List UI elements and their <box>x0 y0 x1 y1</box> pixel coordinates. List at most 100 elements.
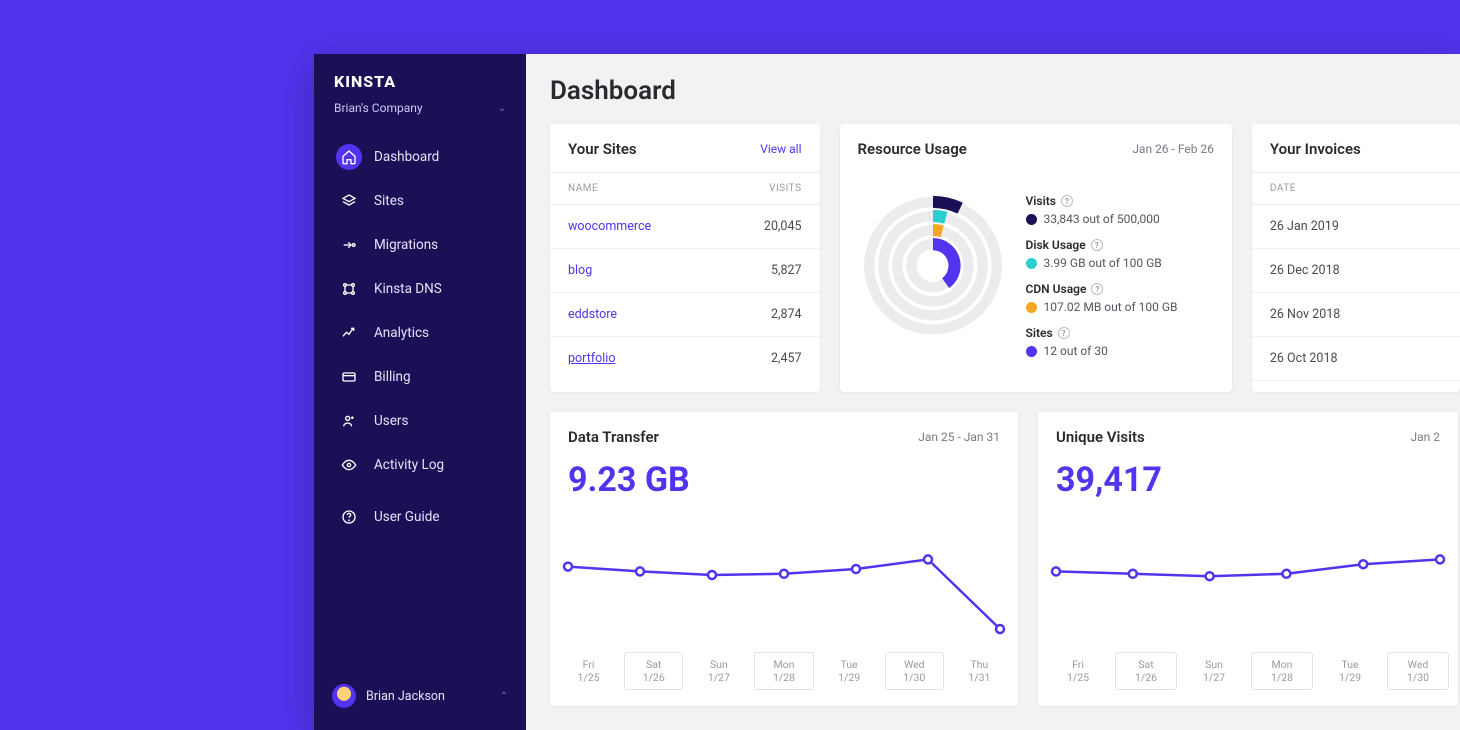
sidebar-item-label: User Guide <box>374 509 440 525</box>
axis-tick: Sun1/27 <box>686 652 751 690</box>
sidebar-item-label: Kinsta DNS <box>374 281 442 297</box>
axis-tick: Sun1/27 <box>1180 652 1248 690</box>
table-row[interactable]: 26 Dec 2018 <box>1252 249 1460 293</box>
axis-tick: Thu1/31 <box>947 652 1012 690</box>
legend-visits-title: Visits <box>1026 194 1056 208</box>
sidebar-item-label: Activity Log <box>374 457 444 473</box>
site-visits: 20,045 <box>764 219 802 234</box>
sidebar-item-dns[interactable]: Kinsta DNS <box>324 267 516 311</box>
page-title: Dashboard <box>550 76 1460 106</box>
table-row[interactable]: woocommerce 20,045 <box>550 205 820 249</box>
app-window: KINSTA Brian's Company ⌄ Dashboard Sites <box>314 54 1460 730</box>
resource-gauge <box>858 176 1008 346</box>
analytics-icon <box>336 320 362 346</box>
info-icon[interactable]: ? <box>1091 239 1103 251</box>
sidebar-item-sites[interactable]: Sites <box>324 179 516 223</box>
unique-visits-metric: 39,417 <box>1038 460 1458 506</box>
date-range: Jan 26 - Feb 26 <box>1132 142 1214 156</box>
sidebar-item-activity[interactable]: Activity Log <box>324 443 516 487</box>
sidebar-item-label: Migrations <box>374 237 438 253</box>
site-link[interactable]: blog <box>568 263 592 278</box>
layers-icon <box>336 188 362 214</box>
sidebar-item-analytics[interactable]: Analytics <box>324 311 516 355</box>
site-visits: 5,827 <box>771 263 802 278</box>
account-switcher[interactable]: Brian Jackson ⌃ <box>314 674 526 718</box>
sidebar-item-label: Billing <box>374 369 411 385</box>
card-title: Your Invoices <box>1270 140 1361 158</box>
sidebar-nav: Dashboard Sites Migrations Kinsta DNS <box>314 129 526 545</box>
users-icon <box>336 408 362 434</box>
card-unique-visits: Unique Visits Jan 2 39,417 Fri1/25Sat1/2… <box>1038 412 1458 706</box>
table-row[interactable]: blog 5,827 <box>550 249 820 293</box>
billing-icon <box>336 364 362 390</box>
axis-tick: Mon1/28 <box>1251 652 1313 690</box>
axis-tick: Sat1/26 <box>1115 652 1177 690</box>
card-resource-usage: Resource Usage Jan 26 - Feb 26 <box>840 124 1232 392</box>
site-link[interactable]: woocommerce <box>568 219 651 234</box>
site-link[interactable]: eddstore <box>568 307 617 322</box>
main-content: Dashboard Your Sites View all NAME VISIT… <box>526 54 1460 730</box>
chevron-up-icon: ⌃ <box>500 691 508 702</box>
company-selector[interactable]: Brian's Company ⌄ <box>314 97 526 129</box>
dot-icon <box>1026 302 1037 313</box>
col-name: NAME <box>568 183 598 194</box>
axis-tick: Tue1/29 <box>817 652 882 690</box>
eye-icon <box>336 452 362 478</box>
card-data-transfer: Data Transfer Jan 25 - Jan 31 9.23 GB Fr… <box>550 412 1018 706</box>
unique-visits-chart: Fri1/25Sat1/26Sun1/27Mon1/28Tue1/29Wed1/… <box>1038 506 1458 706</box>
info-icon[interactable]: ? <box>1058 327 1070 339</box>
sidebar-item-users[interactable]: Users <box>324 399 516 443</box>
migrations-icon <box>336 232 362 258</box>
dns-icon <box>336 276 362 302</box>
brand-block: KINSTA <box>314 72 526 97</box>
card-title: Resource Usage <box>858 140 967 158</box>
axis-tick: Wed1/30 <box>1387 652 1449 690</box>
sidebar-item-migrations[interactable]: Migrations <box>324 223 516 267</box>
sidebar-item-label: Analytics <box>374 325 429 341</box>
axis-tick: Fri1/25 <box>556 652 621 690</box>
card-title: Data Transfer <box>568 428 659 446</box>
info-icon[interactable]: ? <box>1061 195 1073 207</box>
table-row[interactable]: 26 Nov 2018 <box>1252 293 1460 337</box>
card-title: Your Sites <box>568 140 637 158</box>
sidebar: KINSTA Brian's Company ⌄ Dashboard Sites <box>314 54 526 730</box>
dot-icon <box>1026 346 1037 357</box>
info-icon[interactable]: ? <box>1091 283 1103 295</box>
table-row[interactable]: 26 Oct 2018 <box>1252 337 1460 381</box>
card-invoices: Your Invoices DATE 26 Jan 2019 26 Dec 20… <box>1252 124 1460 392</box>
card-title: Unique Visits <box>1056 428 1145 446</box>
view-all-link[interactable]: View all <box>760 142 801 156</box>
cards-row-1: Your Sites View all NAME VISITS woocomme… <box>550 124 1460 392</box>
chevron-down-icon: ⌄ <box>498 103 506 114</box>
sidebar-item-guide[interactable]: User Guide <box>324 495 516 539</box>
user-name: Brian Jackson <box>366 689 490 704</box>
sidebar-item-dashboard[interactable]: Dashboard <box>324 135 516 179</box>
legend-cdn-value: 107.02 MB out of 100 GB <box>1044 300 1178 314</box>
site-visits: 2,874 <box>771 307 802 322</box>
col-visits: VISITS <box>769 183 801 194</box>
home-icon <box>336 144 362 170</box>
table-row[interactable]: eddstore 2,874 <box>550 293 820 337</box>
axis-tick: Tue1/29 <box>1316 652 1384 690</box>
card-your-sites: Your Sites View all NAME VISITS woocomme… <box>550 124 820 392</box>
legend-disk-value: 3.99 GB out of 100 GB <box>1044 256 1162 270</box>
sidebar-item-label: Sites <box>374 193 404 209</box>
col-date: DATE <box>1270 183 1296 194</box>
legend-sites-value: 12 out of 30 <box>1044 344 1108 358</box>
help-icon <box>336 504 362 530</box>
date-range: Jan 2 <box>1411 430 1441 444</box>
legend-visits-value: 33,843 out of 500,000 <box>1044 212 1160 226</box>
legend-sites-title: Sites <box>1026 326 1053 340</box>
resource-legend: Visits? 33,843 out of 500,000 Disk Usage… <box>1026 176 1178 370</box>
sidebar-item-billing[interactable]: Billing <box>324 355 516 399</box>
dot-icon <box>1026 214 1037 225</box>
table-row[interactable]: portfolio 2,457 <box>550 337 820 392</box>
date-range: Jan 25 - Jan 31 <box>918 430 1000 444</box>
table-row[interactable]: 26 Jan 2019 <box>1252 205 1460 249</box>
site-link[interactable]: portfolio <box>568 351 615 366</box>
sidebar-item-label: Users <box>374 413 408 429</box>
legend-cdn-title: CDN Usage <box>1026 282 1087 296</box>
company-name: Brian's Company <box>334 101 423 115</box>
site-visits: 2,457 <box>771 351 802 366</box>
data-transfer-metric: 9.23 GB <box>550 460 1018 506</box>
